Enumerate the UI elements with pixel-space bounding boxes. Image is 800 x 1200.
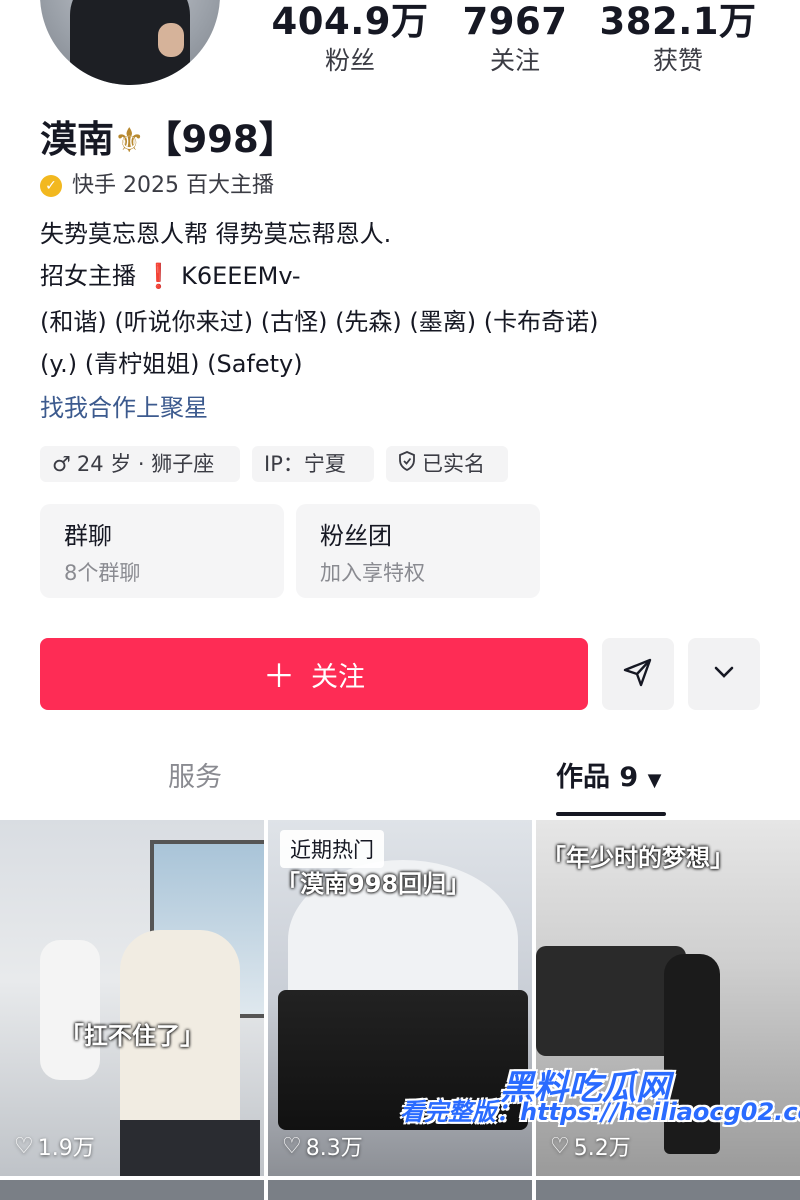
name-suffix: 【998】 [144,118,296,161]
video-likes-count: 8.3万 [305,1136,363,1161]
video-caption: 「扛不住了」 [60,1022,204,1050]
video-thumbnail[interactable]: 「扛不住了」 ♡ 1.9万 [0,820,264,1176]
group-chat-card[interactable]: 群聊 8个群聊 [40,504,284,598]
followers-label: 粉丝 [324,46,375,75]
tab-service[interactable]: 服务 [168,758,222,798]
ip-text: IP：宁夏 [264,452,346,476]
group-chat-subtitle: 8个群聊 [64,561,141,585]
following-count: 7967 [462,0,568,43]
fleur-de-lis-icon: ⚜ [114,121,145,161]
video-likes-count: 5.2万 [573,1136,631,1161]
watermark-url: 看完整版：https://heiliaocg02.com [400,1098,800,1126]
avatar[interactable] [40,0,220,85]
bio-line: (和谐) (听说你来过) (古怪) (先森) (墨离) (卡布奇诺) [40,308,599,336]
video-caption: 「漠南998回归」 [276,870,471,898]
real-name-tag: 已实名 [386,446,508,482]
video-thumbnail[interactable] [0,1180,264,1200]
video-likes: ♡ 5.2万 [550,1130,631,1162]
tab-active-indicator [556,812,666,816]
caret-down-icon: ▼ [647,770,662,791]
tab-works[interactable]: 作品 9 ▼ [556,758,661,801]
heart-icon: ♡ [282,1133,302,1159]
bio-line: (y.) (青柠姐姐) (Safety) [40,350,303,378]
followers-count: 404.9万 [271,0,429,43]
video-likes: ♡ 1.9万 [14,1130,95,1162]
bio-line: 招女主播 ❗ K6EEEMv- [40,262,301,290]
ip-tag: IP：宁夏 [252,446,374,482]
age-zodiac-tag: ♂ 24 岁 · 狮子座 [40,446,240,482]
more-button[interactable] [688,638,760,710]
follow-label: 关注 [311,661,365,693]
following-label: 关注 [489,46,540,75]
fan-club-subtitle: 加入享特权 [320,561,425,585]
following-stat[interactable]: 7967 关注 [440,0,590,78]
fan-club-title: 粉丝团 [320,522,392,550]
verified-line[interactable]: ✓ 快手 2025 百大主播 [40,172,274,200]
share-button[interactable] [602,638,674,710]
bio-line: 失势莫忘恩人帮 得势莫忘帮恩人. [40,220,392,248]
follow-button[interactable]: ＋ 关注 [40,638,588,710]
video-likes: ♡ 8.3万 [282,1130,363,1162]
likes-count: 382.1万 [599,0,757,43]
likes-stat[interactable]: 382.1万 获赞 [598,0,758,78]
shield-icon [398,446,416,482]
fan-club-card[interactable]: 粉丝团 加入享特权 [296,504,540,598]
trending-badge: 近期热门 [280,830,384,868]
profile-name: 漠南⚜【998】 [40,116,296,165]
real-name-text: 已实名 [422,452,485,476]
likes-label: 获赞 [652,46,703,75]
video-likes-count: 1.9万 [37,1136,95,1161]
followers-stat[interactable]: 404.9万 粉丝 [270,0,430,78]
male-icon: ♂ [52,452,71,476]
verified-check-icon: ✓ [40,175,62,197]
video-caption: 「年少时的梦想」 [542,844,734,872]
verified-text: 快手 2025 百大主播 [72,173,274,198]
video-thumbnail[interactable] [536,1180,800,1200]
tab-works-label: 作品 9 [556,762,639,793]
group-chat-title: 群聊 [64,522,112,550]
video-thumbnail[interactable] [268,1180,532,1200]
plus-icon: ＋ [262,657,295,695]
bio-link[interactable]: 找我合作上聚星 [40,392,208,424]
heart-icon: ♡ [550,1133,570,1159]
chevron-down-icon [709,657,739,691]
age-zodiac-text: 24 岁 · 狮子座 [76,452,215,476]
heart-icon: ♡ [14,1133,34,1159]
send-icon [621,655,655,693]
name-prefix: 漠南 [40,118,114,161]
